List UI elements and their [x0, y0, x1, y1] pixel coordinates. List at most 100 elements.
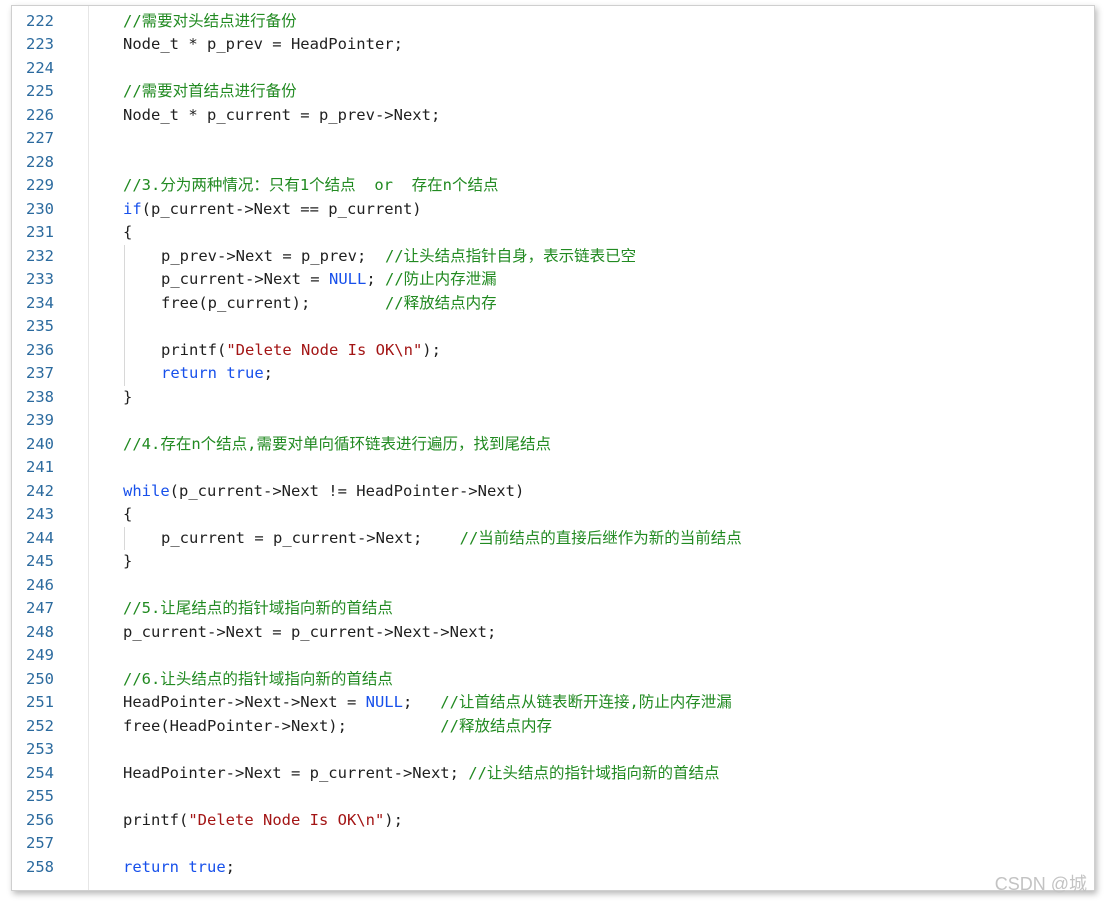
line-number: 231 — [26, 223, 54, 241]
line-number: 233 — [26, 270, 54, 288]
code-text: { — [123, 503, 132, 527]
code-keyword: while — [123, 481, 170, 500]
code-line: 226 Node_t * p_current = p_prev->Next; — [12, 104, 1094, 128]
line-number: 255 — [26, 787, 54, 805]
code-line: 253 — [12, 738, 1094, 762]
code-line: 222 //需要对头结点进行备份 — [12, 10, 1094, 34]
code-comment: //5.让尾结点的指针域指向新的首结点 — [123, 599, 393, 617]
code-text: p_current = p_current->Next; //当前结点的直接后继… — [161, 527, 742, 551]
code-text: if(p_current->Next == p_current) — [123, 198, 422, 222]
line-number: 253 — [26, 740, 54, 758]
code-line: 254 HeadPointer->Next = p_current->Next; … — [12, 762, 1094, 786]
code-text: return true; — [161, 362, 273, 386]
code-token: } — [123, 387, 133, 406]
code-token: free(HeadPointer->Next); — [123, 716, 441, 735]
code-text: free(p_current); //释放结点内存 — [161, 292, 497, 316]
code-line: 234 free(p_current); //释放结点内存 — [12, 292, 1094, 316]
line-number: 247 — [26, 599, 54, 617]
code-text: //需要对首结点进行备份 — [123, 80, 297, 104]
line-number: 234 — [26, 293, 54, 312]
code-line: 257 — [12, 832, 1094, 856]
watermark: CSDN @城 — [994, 874, 1087, 894]
code-comment: //需要对首结点进行备份 — [123, 82, 297, 100]
code-text: { — [123, 221, 132, 245]
code-line: 225 //需要对首结点进行备份 — [12, 80, 1094, 104]
code-token: free(p_current); — [161, 293, 385, 312]
code-text: Node_t * p_current = p_prev->Next; — [123, 104, 440, 128]
code-token: HeadPointer->Next->Next = — [123, 693, 366, 711]
code-string: "Delete Node Is OK\n" — [188, 810, 385, 829]
code-comment: //让头结点指针自身，表示链表已空 — [384, 246, 637, 265]
code-token: (p_current->Next == p_current) — [141, 199, 422, 218]
line-number: 222 — [26, 11, 54, 30]
code-comment: //6.让头结点的指针域指向新的首结点 — [123, 669, 393, 688]
code-line: 229 //3.分为两种情况：只有1个结点 or 存在n个结点 — [12, 174, 1094, 198]
code-token: ; — [225, 857, 236, 876]
code-text: //需要对头结点进行备份 — [123, 10, 297, 34]
code-keyword: true — [226, 364, 264, 382]
code-token: p_prev->Next = p_prev; — [161, 246, 385, 265]
code-text: printf("Delete Node Is OK\n"); — [123, 809, 403, 833]
code-text: printf("Delete Node Is OK\n"); — [161, 339, 441, 363]
code-line: 223 Node_t * p_prev = HeadPointer; — [12, 33, 1094, 57]
line-number: 252 — [26, 716, 54, 735]
code-line: 247 //5.让尾结点的指针域指向新的首结点 — [12, 597, 1094, 621]
code-token: printf( — [123, 810, 189, 829]
code-comment: //当前结点的直接后继作为新的当前结点 — [459, 528, 742, 547]
code-text: p_prev->Next = p_prev; //让头结点指针自身，表示链表已空 — [161, 245, 636, 269]
code-token: p_current->Next = — [161, 270, 329, 288]
code-token: ); — [422, 340, 441, 359]
line-number: 246 — [26, 575, 54, 594]
code-text: //3.分为两种情况：只有1个结点 or 存在n个结点 — [123, 174, 498, 198]
code-keyword: true — [188, 857, 226, 876]
line-number: 230 — [26, 199, 54, 218]
code-text: p_current->Next = NULL; //防止内存泄漏 — [161, 268, 497, 292]
code-line: 224 — [12, 57, 1094, 81]
line-number: 250 — [26, 669, 54, 688]
line-number: 243 — [26, 505, 54, 523]
code-keyword: return — [161, 364, 217, 382]
code-keyword: return — [123, 857, 179, 876]
code-text: } — [123, 550, 132, 574]
code-comment: //释放结点内存 — [384, 293, 497, 312]
code-line: 255 — [12, 785, 1094, 809]
code-text: HeadPointer->Next->Next = NULL; //让首结点从链… — [123, 691, 732, 715]
line-number: 241 — [26, 458, 54, 476]
line-number: 245 — [26, 552, 54, 570]
code-token: ; — [366, 270, 385, 288]
line-number: 251 — [26, 693, 54, 711]
code-token: { — [123, 505, 133, 523]
code-comment: //让首结点从链表断开连接,防止内存泄漏 — [440, 693, 732, 711]
code-line: 237 return true; — [12, 362, 1094, 386]
line-number: 239 — [26, 411, 54, 429]
code-line: 252 free(HeadPointer->Next); //释放结点内存 — [12, 715, 1094, 739]
code-text: HeadPointer->Next = p_current->Next; //让… — [123, 762, 719, 786]
code-token: p_current->Next = p_current->Next->Next; — [123, 622, 497, 641]
line-number: 229 — [26, 176, 54, 194]
code-comment: //防止内存泄漏 — [384, 270, 497, 288]
code-token: { — [123, 223, 133, 241]
line-number: 256 — [26, 810, 54, 829]
line-number: 249 — [26, 646, 54, 664]
line-number: 242 — [26, 481, 54, 500]
code-token: ; — [402, 693, 441, 711]
code-line: 231 { — [12, 221, 1094, 245]
code-text: } — [123, 386, 132, 410]
code-line: 248 p_current->Next = p_current->Next->Ne… — [12, 621, 1094, 645]
line-number: 244 — [26, 528, 54, 547]
code-line: 258 return true; — [12, 856, 1094, 880]
line-number: 235 — [26, 317, 54, 335]
code-line: 227 — [12, 127, 1094, 151]
code-token: } — [123, 552, 133, 570]
code-text: //5.让尾结点的指针域指向新的首结点 — [123, 597, 393, 621]
code-line: 241 — [12, 456, 1094, 480]
code-line: 236 printf("Delete Node Is OK\n"); — [12, 339, 1094, 363]
code-viewer: 222 //需要对头结点进行备份 223 Node_t * p_prev = Head… — [11, 5, 1095, 891]
code-line: 243 { — [12, 503, 1094, 527]
code-keyword: if — [123, 199, 142, 218]
code-line: 235 — [12, 315, 1094, 339]
code-line: 249 — [12, 644, 1094, 668]
code-line: 245} — [12, 550, 1094, 574]
code-token: ); — [384, 810, 403, 829]
